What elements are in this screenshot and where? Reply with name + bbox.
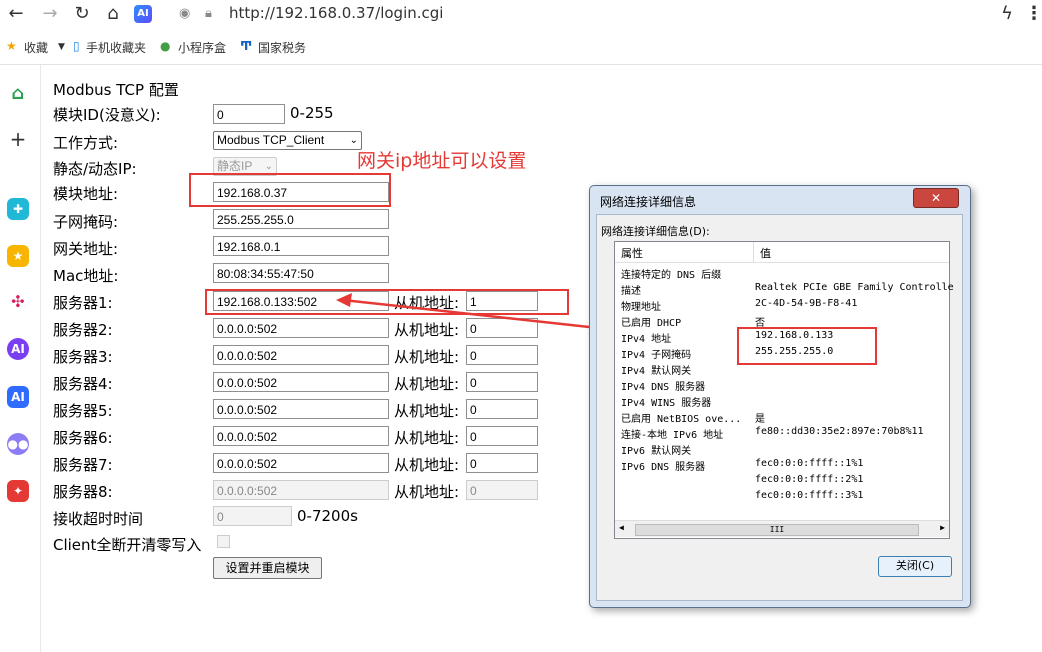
detail-row-key[interactable]: IPv4 DNS 服务器: [621, 378, 705, 393]
detail-row-key[interactable]: IPv4 WINS 服务器: [621, 394, 711, 409]
dialog-body: 网络连接详细信息(D): 属性 值 连接特定的 DNS 后缀 描述 Realte…: [596, 214, 963, 601]
detail-row-key[interactable]: IPv6 默认网关: [621, 442, 691, 457]
close-icon: ✕: [930, 191, 942, 205]
detail-row-key[interactable]: 描述: [621, 282, 641, 297]
details-list[interactable]: 属性 值 连接特定的 DNS 后缀 描述 Realtek PCIe GBE Fa…: [614, 241, 954, 539]
detail-row-key[interactable]: 连接特定的 DNS 后缀: [621, 266, 721, 281]
dialog-caption: 网络连接详细信息(D):: [601, 225, 710, 238]
dialog-title: 网络连接详细信息: [600, 195, 697, 209]
dialog-close-button[interactable]: ✕: [913, 188, 959, 208]
col-property[interactable]: 属性: [621, 245, 643, 261]
detail-row-value[interactable]: fec0:0:0:ffff::2%1: [755, 474, 863, 485]
detail-row-value[interactable]: Realtek PCIe GBE Family Controlle: [755, 282, 954, 293]
scroll-thumb[interactable]: III: [635, 524, 919, 536]
detail-row-value[interactable]: 是: [755, 410, 765, 425]
detail-row-key[interactable]: IPv6 DNS 服务器: [621, 458, 705, 473]
detail-row-key[interactable]: 已启用 DHCP: [621, 314, 681, 329]
detail-row-key[interactable]: IPv4 子网掩码: [621, 346, 691, 361]
highlight-ipv4: [737, 327, 877, 365]
detail-row-value[interactable]: 2C-4D-54-9B-F8-41: [755, 298, 857, 309]
detail-row-key[interactable]: IPv4 地址: [621, 330, 671, 345]
detail-row-key[interactable]: 物理地址: [621, 298, 661, 313]
detail-row-key[interactable]: IPv4 默认网关: [621, 362, 691, 377]
list-header: 属性 值: [615, 242, 949, 263]
network-details-dialog: 网络连接详细信息 ✕ 网络连接详细信息(D): 属性 值 连接特定的 DNS 后…: [589, 185, 971, 608]
scroll-left-icon[interactable]: ◀: [619, 523, 624, 532]
detail-row-key[interactable]: 已启用 NetBIOS ove...: [621, 410, 741, 425]
detail-row-value[interactable]: fe80::dd30:35e2:897e:70b8%11: [755, 426, 924, 437]
close-button[interactable]: 关闭(C): [878, 556, 952, 577]
scroll-right-icon[interactable]: ▶: [940, 523, 945, 532]
detail-row-value[interactable]: fec0:0:0:ffff::3%1: [755, 490, 863, 501]
horizontal-scrollbar[interactable]: ◀ III ▶: [615, 520, 949, 537]
col-value[interactable]: 值: [760, 245, 771, 261]
detail-row-value[interactable]: fec0:0:0:ffff::1%1: [755, 458, 863, 469]
col-divider: [753, 242, 754, 262]
detail-row-key[interactable]: 连接-本地 IPv6 地址: [621, 426, 723, 441]
